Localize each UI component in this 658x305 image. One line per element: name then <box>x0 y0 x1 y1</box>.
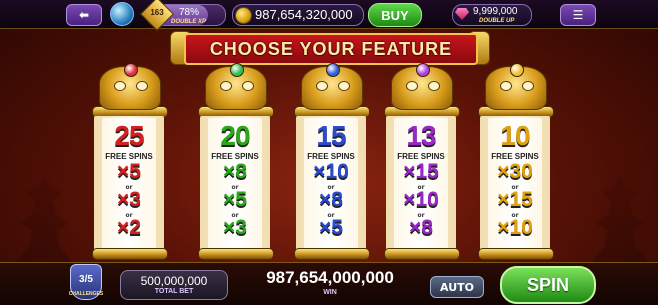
multiplier-option: ×10 <box>313 160 349 183</box>
multiplier-option: ×3 <box>223 216 247 239</box>
buy-button[interactable]: BUY <box>368 3 422 27</box>
multiplier-option: ×30 <box>497 160 533 183</box>
xp-bar[interactable]: 163 78% DOUBLE XP <box>140 0 226 31</box>
scroll-rod-bottom <box>384 248 460 260</box>
total-bet-value: 500,000,000 <box>140 274 208 288</box>
challenges-button[interactable]: 3/5 CHALLENGES <box>69 264 103 300</box>
feature-option-1[interactable]: 25 FREE SPINS ×5 or ×3 or ×2 <box>94 116 164 252</box>
lion-eye <box>220 81 232 91</box>
free-spins-count: 13 <box>406 120 436 151</box>
level-number: 163 <box>150 8 164 17</box>
lion-gem-icon <box>230 63 244 77</box>
multiplier-option: ×10 <box>403 188 439 211</box>
multiplier-option: ×15 <box>497 188 533 211</box>
background-pagoda-right <box>590 174 650 264</box>
challenges-progress: 3/5 <box>79 274 93 285</box>
multiplier-option: ×3 <box>117 188 141 211</box>
lion-eye <box>114 81 126 91</box>
multiplier-option: ×8 <box>223 160 247 183</box>
double-xp-badge: DOUBLE XP <box>171 19 207 25</box>
challenges-label: CHALLENGES <box>68 291 104 297</box>
coin-balance-panel: 987,654,320,000 <box>232 4 364 26</box>
scroll-rod-bottom <box>198 248 274 260</box>
multiplier-option: ×5 <box>319 216 343 239</box>
lion-eye <box>316 81 328 91</box>
gem-icon <box>455 8 469 20</box>
lion-eye <box>136 81 148 91</box>
total-bet-label: TOTAL BET <box>154 288 194 295</box>
double-up-badge: DOUBLE UP <box>479 18 515 24</box>
lion-eye <box>428 81 440 91</box>
lion-head-icon <box>485 63 547 110</box>
gem-balance: 9,999,000 <box>473 6 518 17</box>
menu-button[interactable]: ☰ <box>560 4 596 26</box>
multiplier-option: ×5 <box>117 160 141 183</box>
feature-option-5[interactable]: 10 FREE SPINS ×30 or ×15 or ×10 <box>480 116 550 252</box>
free-spins-count: 15 <box>316 120 346 151</box>
lion-eye <box>406 81 418 91</box>
page-title: CHOOSE YOUR FEATURE <box>184 33 478 65</box>
scroll-rod-bottom <box>294 248 370 260</box>
globe-icon[interactable] <box>110 2 134 26</box>
hamburger-icon: ☰ <box>572 8 584 22</box>
total-bet-panel[interactable]: 500,000,000 TOTAL BET <box>120 270 228 300</box>
multiplier-option: ×10 <box>497 216 533 239</box>
lion-head-icon <box>391 63 453 110</box>
win-panel: 987,654,000,000 WIN <box>240 266 420 300</box>
lion-head-icon <box>99 63 161 110</box>
lion-gem-icon <box>326 63 340 77</box>
scroll-rod-bottom <box>478 248 554 260</box>
lion-eye <box>500 81 512 91</box>
free-spins-count: 10 <box>500 120 530 151</box>
gem-balance-panel[interactable]: 9,999,000 DOUBLE UP <box>452 4 532 26</box>
lion-eye <box>522 81 534 91</box>
win-value: 987,654,000,000 <box>266 268 394 287</box>
multiplier-option: ×8 <box>409 216 433 239</box>
lion-gem-icon <box>124 63 138 77</box>
lion-head-icon <box>205 63 267 110</box>
auto-button[interactable]: AUTO <box>430 276 484 298</box>
free-spins-count: 25 <box>114 120 144 151</box>
multiplier-option: ×2 <box>117 216 141 239</box>
lion-gem-icon <box>510 63 524 77</box>
feature-option-3[interactable]: 15 FREE SPINS ×10 or ×8 or ×5 <box>296 116 366 252</box>
free-spins-count: 20 <box>220 120 250 151</box>
multiplier-option: ×8 <box>319 188 343 211</box>
multiplier-option: ×5 <box>223 188 247 211</box>
background-pagoda-left <box>14 174 74 264</box>
multiplier-option: ×15 <box>403 160 439 183</box>
back-button[interactable]: ⬅ <box>66 4 102 26</box>
coin-icon <box>235 7 252 24</box>
win-label: WIN <box>323 289 337 296</box>
lion-eye <box>242 81 254 91</box>
spin-button[interactable]: SPIN <box>500 266 596 304</box>
coin-balance: 987,654,320,000 <box>255 7 353 22</box>
lion-eye <box>338 81 350 91</box>
lion-head-icon <box>301 63 363 110</box>
feature-option-4[interactable]: 13 FREE SPINS ×15 or ×10 or ×8 <box>386 116 456 252</box>
xp-percent: 78% <box>179 7 200 18</box>
feature-option-2[interactable]: 20 FREE SPINS ×8 or ×5 or ×3 <box>200 116 270 252</box>
arrow-left-icon: ⬅ <box>78 8 90 22</box>
top-bar: ⬅ 163 78% DOUBLE XP 987,654,320,000 BUY … <box>0 0 658 31</box>
scroll-rod-bottom <box>92 248 168 260</box>
lion-gem-icon <box>416 63 430 77</box>
